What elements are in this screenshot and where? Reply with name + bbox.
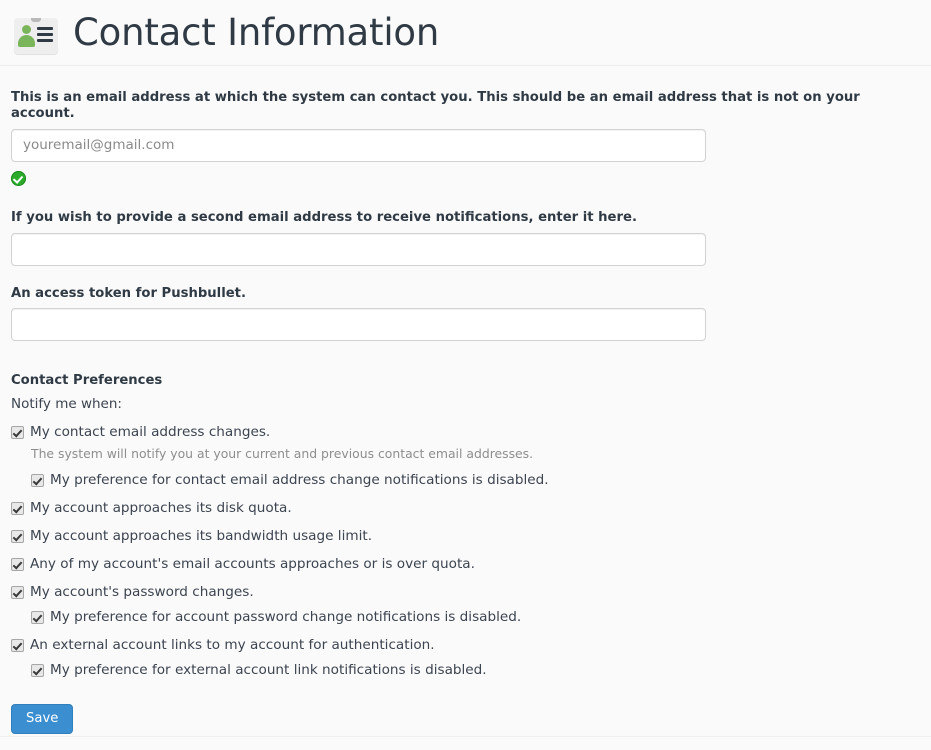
pref-label: My preference for contact email address … bbox=[50, 471, 549, 488]
save-button[interactable]: Save bbox=[11, 703, 74, 734]
form-actions: Save bbox=[11, 703, 920, 734]
pref-row[interactable]: My preference for account password chang… bbox=[31, 609, 920, 625]
preferences-list: My contact email address changes. The sy… bbox=[11, 424, 920, 678]
main-content: This is an email address at which the sy… bbox=[0, 90, 931, 734]
pref-row[interactable]: My contact email address changes. bbox=[11, 424, 920, 440]
pref-row[interactable]: My account approaches its bandwidth usag… bbox=[11, 528, 920, 544]
pref-label: My account approaches its bandwidth usag… bbox=[30, 527, 373, 544]
page-header: Contact Information bbox=[0, 0, 931, 66]
checkbox-checked-icon[interactable] bbox=[11, 426, 24, 440]
page-title: Contact Information bbox=[73, 11, 440, 54]
second-email-input[interactable] bbox=[11, 232, 706, 266]
pref-row[interactable]: My account approaches its disk quota. bbox=[11, 500, 920, 516]
pref-row[interactable]: My preference for contact email address … bbox=[31, 472, 920, 488]
pref-label: Any of my account's email accounts appro… bbox=[30, 555, 475, 572]
checkbox-checked-icon[interactable] bbox=[11, 529, 24, 543]
checkbox-checked-icon[interactable] bbox=[31, 610, 44, 624]
pushbullet-token-label: An access token for Pushbullet. bbox=[11, 285, 246, 301]
pref-label: An external account links to my account … bbox=[30, 636, 435, 653]
checkbox-checked-icon[interactable] bbox=[31, 663, 44, 677]
pref-label: My preference for external account link … bbox=[50, 661, 487, 678]
pref-label: My preference for account password chang… bbox=[50, 608, 522, 625]
pref-label: My account's password changes. bbox=[30, 583, 254, 600]
checkbox-checked-icon[interactable] bbox=[11, 557, 24, 571]
second-email-label: If you wish to provide a second email ad… bbox=[11, 209, 637, 225]
pref-label: My contact email address changes. bbox=[30, 424, 271, 441]
pref-row[interactable]: My account's password changes. bbox=[11, 584, 920, 600]
pref-help-text: The system will notify you at your curre… bbox=[31, 446, 534, 462]
footer-divider bbox=[0, 736, 931, 737]
checkbox-checked-icon[interactable] bbox=[31, 473, 44, 487]
contact-email-input[interactable] bbox=[11, 128, 706, 162]
checkbox-checked-icon[interactable] bbox=[11, 585, 24, 599]
contact-card-icon bbox=[11, 12, 59, 56]
green-check-circle-icon bbox=[11, 171, 26, 187]
pref-row[interactable]: My preference for external account link … bbox=[31, 662, 920, 678]
contact-preferences-heading: Contact Preferences bbox=[11, 373, 163, 389]
pref-row[interactable]: An external account links to my account … bbox=[11, 637, 920, 653]
contact-email-validation bbox=[11, 168, 920, 190]
contact-email-label: This is an email address at which the sy… bbox=[11, 90, 860, 121]
checkbox-checked-icon[interactable] bbox=[11, 638, 24, 652]
pref-label: My account approaches its disk quota. bbox=[30, 499, 292, 516]
pushbullet-token-input[interactable] bbox=[11, 308, 706, 342]
notify-me-when-label: Notify me when: bbox=[11, 396, 122, 413]
checkbox-checked-icon[interactable] bbox=[11, 501, 24, 515]
pref-row[interactable]: Any of my account's email accounts appro… bbox=[11, 556, 920, 572]
